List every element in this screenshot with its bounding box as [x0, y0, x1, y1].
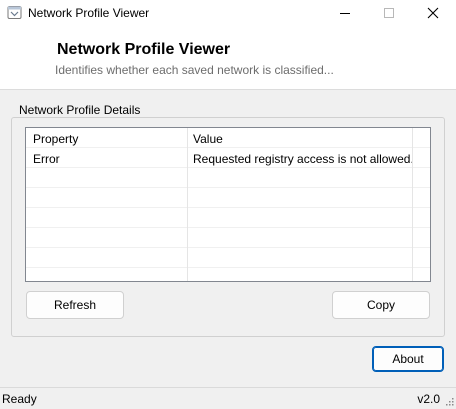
column-header-property[interactable]: Property: [33, 132, 78, 146]
empty-row: [26, 228, 430, 248]
groupbox-label: Network Profile Details: [16, 103, 144, 117]
version-label: v2.0: [417, 392, 440, 406]
empty-row: [26, 168, 430, 188]
about-button[interactable]: About: [372, 346, 444, 372]
window-title: Network Profile Viewer: [28, 6, 150, 20]
header-banner: Network Profile Viewer Identifies whethe…: [0, 26, 456, 90]
empty-row: [26, 208, 430, 228]
close-icon: [427, 7, 439, 19]
refresh-button[interactable]: Refresh: [26, 291, 124, 319]
minimize-button[interactable]: [322, 0, 368, 26]
column-separator[interactable]: [412, 128, 413, 281]
cell-property: Error: [33, 152, 60, 166]
close-button[interactable]: [410, 0, 456, 26]
header-subtitle: Identifies whether each saved network is…: [55, 63, 334, 77]
maximize-button[interactable]: [366, 0, 412, 26]
status-text: Ready: [2, 392, 37, 406]
column-separator[interactable]: [187, 128, 188, 281]
minimize-icon: [340, 8, 350, 18]
empty-row: [26, 248, 430, 268]
table-row[interactable]: Error Requested registry access is not a…: [26, 148, 430, 168]
maximize-icon: [384, 8, 394, 18]
app-window-icon: [7, 5, 22, 20]
copy-button[interactable]: Copy: [332, 291, 430, 319]
column-header-row: Property Value: [26, 128, 430, 148]
status-bar: Ready v2.0: [0, 387, 456, 407]
details-listview[interactable]: Property Value Error Requested registry …: [25, 127, 431, 282]
resize-grip-icon[interactable]: [444, 395, 454, 406]
column-header-value[interactable]: Value: [193, 132, 223, 146]
header-title: Network Profile Viewer: [57, 41, 231, 58]
cell-value: Requested registry access is not allowed…: [193, 152, 414, 166]
title-bar[interactable]: Network Profile Viewer: [0, 0, 456, 26]
empty-row: [26, 188, 430, 208]
